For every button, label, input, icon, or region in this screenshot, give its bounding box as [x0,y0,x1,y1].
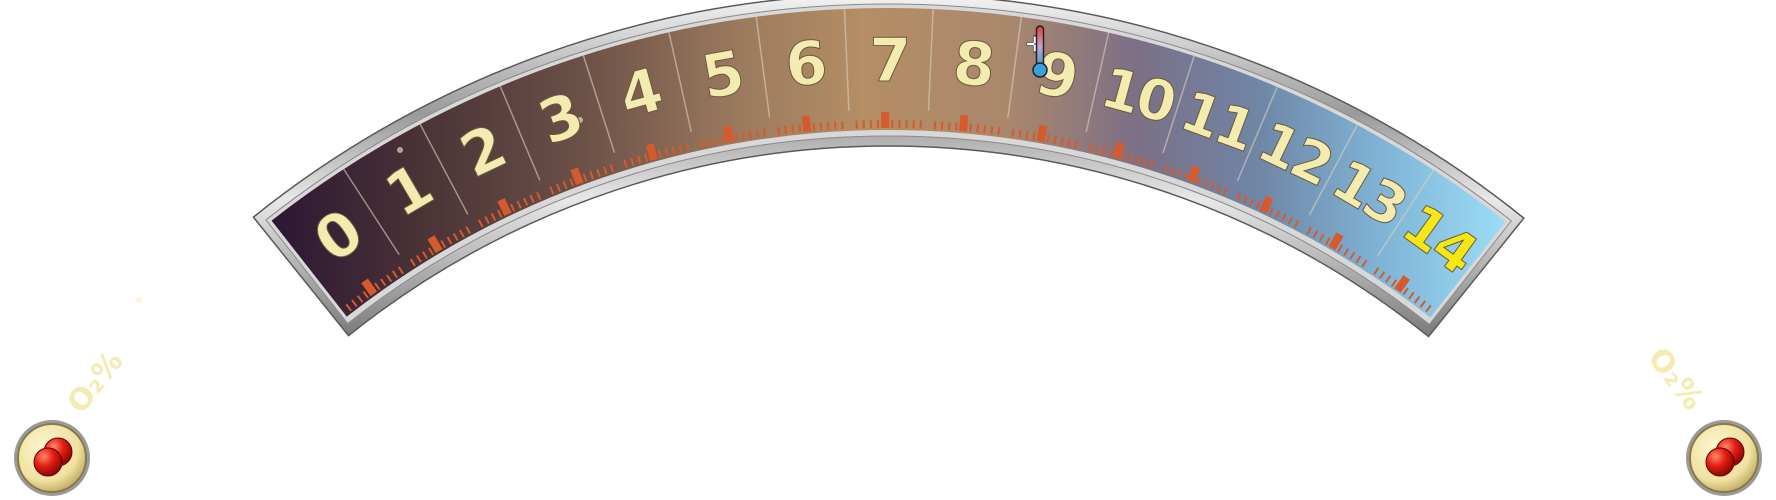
end-peg[interactable] [1686,420,1762,496]
tick-minor [826,121,830,131]
tick-minor [997,126,1001,136]
tick-minor [819,122,823,131]
step-cell: 6 [782,28,828,102]
unit-left-text: O₂% [61,344,131,420]
step-number: 8 [950,28,995,101]
tick-major [1112,141,1125,160]
tick-major [801,115,812,133]
tick-major [723,125,734,144]
tick-major [1187,165,1201,184]
tick-minor [734,133,738,142]
tick-major [570,167,584,186]
tick-minor [777,126,781,135]
unit-label-left: O₂% [61,344,131,420]
tick-major [1036,124,1048,142]
tick-minor [741,131,745,141]
tick-minor [1025,130,1029,140]
step-number: 6 [783,28,828,101]
tick-minor [762,128,766,137]
step-cell: 8 [950,28,996,102]
sparkle [397,147,403,153]
unit-label-right: O₂% [1641,341,1711,417]
tick-minor [1032,132,1036,141]
tick-minor [784,125,788,135]
tick-minor [955,122,958,131]
tick-minor [755,129,759,138]
tick-minor [798,124,802,133]
sparkle [135,297,141,303]
tick-minor [976,124,980,133]
start-peg[interactable] [14,420,90,496]
tick-minor [812,123,816,132]
tick-minor [990,126,994,135]
unit-right-text: O₂% [1641,341,1711,417]
tick-minor [1018,129,1022,139]
tick-minor [947,122,951,131]
tick-major [959,114,969,132]
tick-minor [748,130,752,139]
tick-minor [1011,128,1015,137]
step-cell: 7 [869,25,909,96]
tick-minor [1046,134,1050,143]
tick-minor [791,125,795,134]
step-number: 7 [869,26,908,96]
tick-minor [969,123,972,132]
tick-minor [983,125,987,134]
oxygen-track-board: 01 2 3 4 5 6 7 8 9 1011121314 O₂% O₂% + [14,0,1762,496]
tick-major [645,143,658,161]
